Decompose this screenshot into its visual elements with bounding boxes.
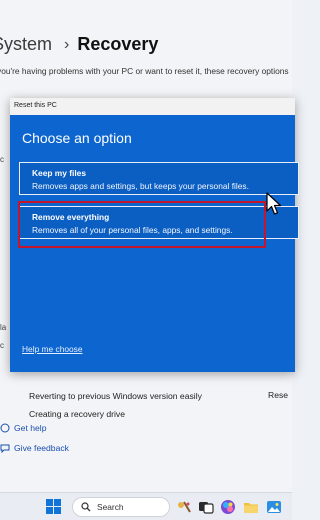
remove-everything-option[interactable]: Remove everything Removes all of your pe… — [19, 206, 299, 239]
taskbar: Search — [0, 492, 292, 520]
breadcrumb: System › Recovery — [0, 34, 158, 55]
revert-windows-link[interactable]: Reverting to previous Windows version ea… — [29, 391, 202, 401]
option-description: Removes all of your personal files, apps… — [32, 225, 233, 235]
help-me-choose-link[interactable]: Help me choose — [22, 344, 83, 354]
reset-pc-dialog: Reset this PC Choose an option Keep my f… — [10, 98, 299, 372]
feedback-icon — [0, 443, 10, 453]
page-title: Recovery — [77, 34, 159, 54]
dialog-title: Reset this PC — [14, 102, 57, 109]
chevron-right-icon: › — [64, 35, 70, 53]
get-help-link[interactable]: Get help — [0, 423, 47, 433]
intro-text: you're having problems with your PC or w… — [0, 66, 289, 76]
photos-icon[interactable] — [266, 499, 282, 515]
option-title: Keep my files — [32, 168, 86, 178]
task-view-icon[interactable] — [198, 499, 214, 515]
file-explorer-icon[interactable] — [243, 499, 259, 515]
widget-icon[interactable] — [176, 499, 192, 515]
obscured-row-fragment: la — [0, 323, 7, 332]
obscured-row-fragment: c — [0, 341, 4, 350]
copilot-icon[interactable] — [220, 499, 236, 515]
dialog-heading: Choose an option — [22, 130, 132, 146]
obscured-row-fragment: c — [0, 155, 4, 164]
help-icon — [0, 423, 10, 433]
mouse-cursor-icon — [266, 192, 282, 215]
option-description: Removes apps and settings, but keeps you… — [32, 181, 249, 191]
get-help-label: Get help — [14, 423, 47, 433]
taskbar-search[interactable]: Search — [72, 497, 170, 517]
give-feedback-link[interactable]: Give feedback — [0, 443, 69, 453]
give-feedback-label: Give feedback — [14, 443, 69, 453]
reset-pc-button[interactable]: Rese — [268, 390, 288, 400]
keep-my-files-option[interactable]: Keep my files Removes apps and settings,… — [19, 162, 299, 195]
breadcrumb-system[interactable]: System — [0, 34, 52, 55]
search-icon — [81, 502, 91, 512]
search-label: Search — [97, 502, 124, 512]
dialog-titlebar: Reset this PC — [10, 98, 295, 115]
start-icon[interactable] — [46, 499, 61, 514]
option-title: Remove everything — [32, 212, 110, 222]
recovery-drive-link[interactable]: Creating a recovery drive — [29, 409, 125, 419]
